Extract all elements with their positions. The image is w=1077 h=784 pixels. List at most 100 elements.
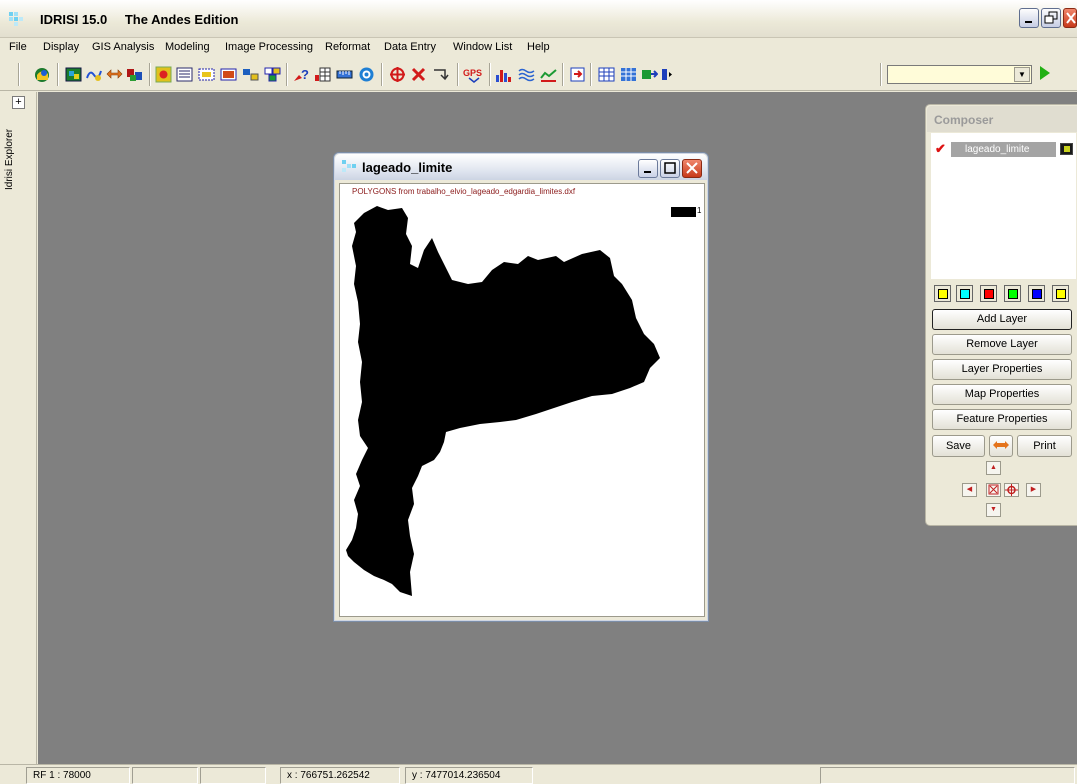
chart-icon[interactable] bbox=[495, 66, 512, 83]
status-pane bbox=[820, 767, 1075, 784]
app-title: IDRISI 15.0 The Andes Edition bbox=[40, 12, 238, 27]
box-icon[interactable] bbox=[242, 66, 259, 83]
delete-icon[interactable] bbox=[410, 66, 427, 83]
checkmark-icon[interactable]: ✔ bbox=[935, 141, 946, 157]
crosshair-icon bbox=[1005, 484, 1018, 496]
layer-item[interactable]: lageado_limite bbox=[951, 142, 1056, 157]
menu-gis-analysis[interactable]: GIS Analysis bbox=[92, 41, 154, 53]
menu-bar: File Display GIS Analysis Modeling Image… bbox=[0, 38, 1077, 57]
red-layer-button[interactable] bbox=[980, 285, 997, 302]
palette-icon[interactable] bbox=[198, 66, 215, 83]
menu-window-list[interactable]: Window List bbox=[453, 41, 512, 53]
measure-icon[interactable] bbox=[336, 66, 353, 83]
symbol-icon[interactable] bbox=[176, 66, 193, 83]
waves-icon[interactable] bbox=[518, 66, 535, 83]
app-edition: The Andes Edition bbox=[124, 12, 239, 27]
swap-button[interactable] bbox=[989, 435, 1013, 457]
composer-titlebar[interactable]: Composer bbox=[927, 106, 1077, 132]
menu-file[interactable]: File bbox=[9, 41, 27, 53]
macro-icon[interactable] bbox=[661, 66, 673, 83]
overlay-icon[interactable] bbox=[264, 66, 281, 83]
map-window[interactable]: lageado_limite POLYGONS from trabalho_el… bbox=[333, 152, 709, 622]
close-button[interactable] bbox=[1063, 8, 1077, 28]
database-icon[interactable] bbox=[641, 66, 658, 83]
layer-properties-button[interactable]: Layer Properties bbox=[932, 359, 1072, 380]
print-button[interactable]: Print bbox=[1017, 435, 1072, 457]
layer-icon[interactable] bbox=[155, 66, 172, 83]
toolbar-separator bbox=[18, 63, 20, 86]
pan-up-button[interactable]: ▲ bbox=[986, 461, 1001, 475]
svg-text:?: ? bbox=[301, 67, 309, 82]
minimize-button[interactable] bbox=[1019, 8, 1039, 28]
zoom-reset-icon bbox=[988, 484, 999, 495]
layer-list[interactable]: ✔ lageado_limite bbox=[931, 133, 1076, 279]
stack-layer-button[interactable] bbox=[1052, 285, 1069, 302]
profile-icon[interactable] bbox=[540, 66, 557, 83]
app-titlebar: IDRISI 15.0 The Andes Edition bbox=[0, 0, 1077, 38]
pan-left-button[interactable]: ◀ bbox=[962, 483, 977, 497]
toggle-icon[interactable] bbox=[126, 66, 143, 83]
save-button[interactable]: Save bbox=[932, 435, 985, 457]
map-window-icon bbox=[342, 160, 356, 172]
add-layer-icon[interactable] bbox=[85, 66, 102, 83]
idrisi-logo-icon bbox=[9, 12, 23, 26]
add-layer-button[interactable]: Add Layer bbox=[932, 309, 1072, 330]
crosshair-icon[interactable] bbox=[389, 66, 406, 83]
zoom-reset-button[interactable] bbox=[986, 483, 1001, 497]
pan-right-button[interactable]: ▶ bbox=[1026, 483, 1041, 497]
window-icon[interactable] bbox=[220, 66, 237, 83]
svg-text:GPS: GPS bbox=[463, 68, 482, 78]
status-pane bbox=[132, 767, 198, 784]
gps-icon[interactable]: GPS bbox=[463, 66, 485, 83]
play-icon[interactable] bbox=[1040, 66, 1050, 80]
feature-properties-button[interactable]: Feature Properties bbox=[932, 409, 1072, 430]
restore-icon bbox=[1044, 11, 1058, 24]
import-icon[interactable] bbox=[569, 66, 586, 83]
menu-modeling[interactable]: Modeling bbox=[165, 41, 210, 53]
vector-icon[interactable] bbox=[106, 66, 123, 83]
swap-icon bbox=[993, 441, 1009, 449]
status-pane bbox=[200, 767, 266, 784]
composer-icon[interactable] bbox=[65, 66, 82, 83]
command-combobox[interactable]: ▼ bbox=[887, 65, 1032, 84]
composer-panel: Composer ✔ lageado_limite Add Layer Remo… bbox=[925, 104, 1077, 526]
map-properties-button[interactable]: Map Properties bbox=[932, 384, 1072, 405]
chevron-down-icon[interactable]: ▼ bbox=[1014, 67, 1030, 82]
menu-reformat[interactable]: Reformat bbox=[325, 41, 370, 53]
maximize-icon bbox=[664, 162, 676, 174]
menu-display[interactable]: Display bbox=[43, 41, 79, 53]
cyan-layer-button[interactable] bbox=[956, 285, 973, 302]
menu-help[interactable]: Help bbox=[527, 41, 550, 53]
map-window-titlebar[interactable]: lageado_limite bbox=[335, 154, 707, 180]
idrisi-explorer-tab[interactable]: Idrisi Explorer bbox=[4, 110, 24, 190]
table-icon[interactable] bbox=[598, 66, 615, 83]
minimize-icon bbox=[644, 171, 651, 173]
map-close-button[interactable] bbox=[682, 159, 702, 178]
restore-button[interactable] bbox=[1041, 8, 1061, 28]
map-window-title: lageado_limite bbox=[362, 160, 453, 175]
target-icon[interactable] bbox=[358, 66, 375, 83]
explorer-strip bbox=[0, 92, 37, 764]
close-icon bbox=[686, 162, 698, 174]
green-layer-button[interactable] bbox=[1004, 285, 1021, 302]
status-y-coordinate: y : 7477014.236504 bbox=[405, 767, 533, 784]
map-canvas[interactable]: POLYGONS from trabalho_elvio_lageado_edg… bbox=[339, 183, 705, 617]
display-launcher-icon[interactable] bbox=[34, 66, 51, 83]
expand-explorer-button[interactable]: + bbox=[12, 96, 25, 109]
menu-image-processing[interactable]: Image Processing bbox=[225, 41, 313, 53]
grid-icon[interactable] bbox=[620, 66, 637, 83]
histogram-icon[interactable] bbox=[314, 66, 331, 83]
yellow-layer-button[interactable] bbox=[934, 285, 951, 302]
minimize-icon bbox=[1025, 21, 1032, 23]
layer-symbol-icon[interactable] bbox=[1060, 143, 1073, 155]
map-maximize-button[interactable] bbox=[660, 159, 680, 178]
pan-down-button[interactable]: ▼ bbox=[986, 503, 1001, 517]
zoom-center-button[interactable] bbox=[1004, 483, 1019, 497]
status-bar: RF 1 : 78000 x : 766751.262542 y : 74770… bbox=[0, 764, 1077, 784]
menu-data-entry[interactable]: Data Entry bbox=[384, 41, 436, 53]
digitize-icon[interactable] bbox=[432, 66, 449, 83]
map-minimize-button[interactable] bbox=[638, 159, 658, 178]
query-icon[interactable]: ? bbox=[293, 66, 310, 83]
remove-layer-button[interactable]: Remove Layer bbox=[932, 334, 1072, 355]
blue-layer-button[interactable] bbox=[1028, 285, 1045, 302]
